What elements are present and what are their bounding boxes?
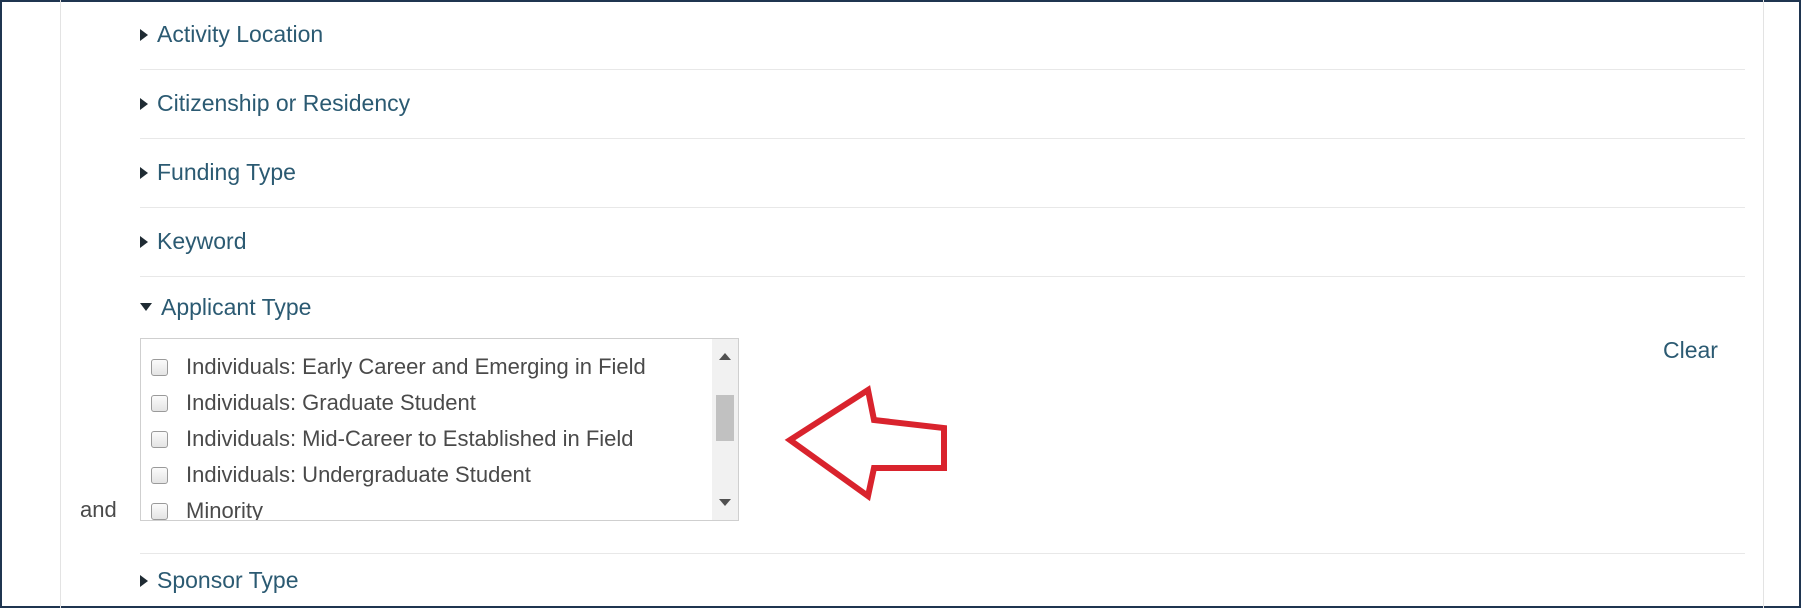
left-arrow-icon (784, 385, 947, 502)
option-label: Individuals: Undergraduate Student (186, 462, 531, 487)
list-scrollbar[interactable] (712, 339, 738, 520)
list-item[interactable]: Individuals: Undergraduate Student (151, 457, 531, 493)
filter-label: Keyword (157, 228, 247, 254)
option-label: Individuals: Early Career and Emerging i… (186, 354, 646, 379)
filter-label: Activity Location (157, 21, 324, 47)
checkbox[interactable] (151, 466, 168, 484)
checkbox[interactable] (151, 430, 168, 448)
filter-keyword-header[interactable]: Keyword (140, 207, 246, 276)
caret-right-icon (140, 28, 148, 41)
filter-citizenship-header[interactable]: Citizenship or Residency (140, 69, 410, 138)
filter-label: Funding Type (157, 159, 296, 185)
scrollbar-thumb[interactable] (716, 395, 734, 441)
annotation-arrow (784, 385, 947, 502)
scroll-down-arrow-icon[interactable] (719, 499, 731, 506)
list-item[interactable]: Individuals: Mid-Career to Established i… (151, 421, 634, 457)
filter-label: Sponsor Type (157, 567, 299, 593)
caret-right-icon (140, 574, 148, 587)
filter-sponsor-type[interactable]: Sponsor Type (140, 553, 1745, 608)
list-item[interactable]: Minority (151, 493, 264, 521)
filter-funding-type[interactable]: Funding Type (140, 138, 1745, 208)
filter-sponsor-type-header[interactable]: Sponsor Type (140, 553, 299, 608)
filter-label: Citizenship or Residency (157, 90, 411, 116)
caret-right-icon (140, 97, 148, 110)
filter-activity-location[interactable]: Activity Location (140, 0, 1745, 70)
caret-right-icon (140, 235, 148, 248)
list-item[interactable]: Individuals: Early Career and Emerging i… (151, 349, 646, 385)
checkbox[interactable] (151, 358, 168, 376)
filter-funding-type-header[interactable]: Funding Type (140, 138, 296, 207)
filter-applicant-type-header[interactable]: Applicant Type (140, 276, 311, 338)
filter-citizenship[interactable]: Citizenship or Residency (140, 69, 1745, 139)
applicant-type-list[interactable]: Individuals: Early Career and Emerging i… (140, 338, 739, 521)
caret-right-icon (140, 166, 148, 179)
option-label: Individuals: Graduate Student (186, 390, 476, 415)
option-label: Minority (186, 498, 264, 521)
filter-label: Applicant Type (161, 293, 312, 320)
checkbox[interactable] (151, 502, 168, 520)
filter-keyword[interactable]: Keyword (140, 207, 1745, 277)
checkbox[interactable] (151, 394, 168, 412)
scroll-up-arrow-icon[interactable] (719, 353, 731, 360)
conjunction-label: and (80, 497, 117, 522)
filter-activity-location-header[interactable]: Activity Location (140, 0, 323, 69)
caret-down-icon (140, 303, 152, 311)
option-label: Individuals: Mid-Career to Established i… (186, 426, 634, 451)
list-item[interactable]: Individuals: Graduate Student (151, 385, 476, 421)
clear-link[interactable]: Clear (1663, 337, 1718, 364)
